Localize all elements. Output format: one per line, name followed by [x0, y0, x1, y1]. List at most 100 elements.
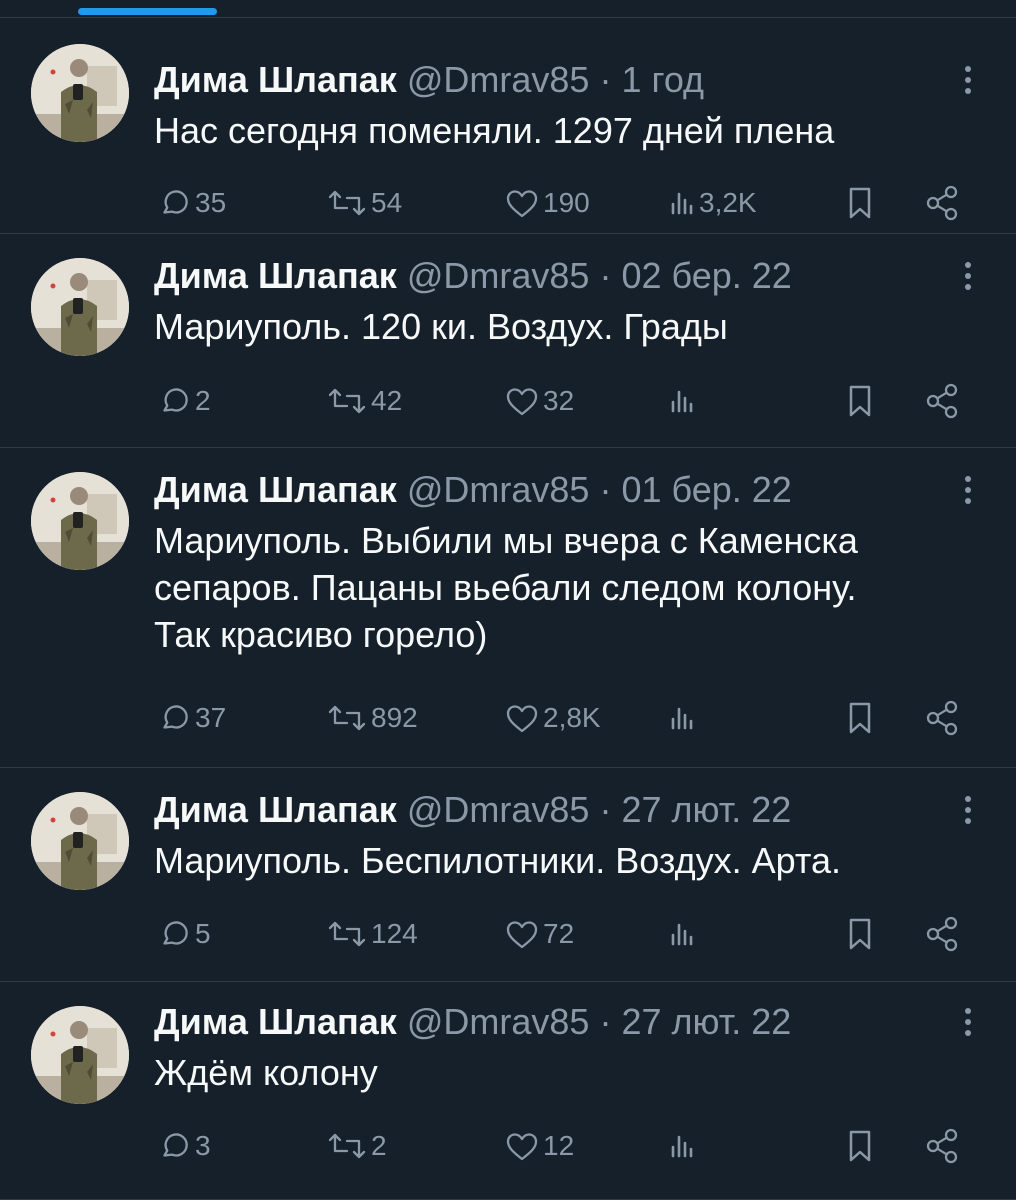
retweet-button[interactable]: 2: [327, 1126, 387, 1166]
share-button[interactable]: [924, 914, 960, 954]
tweet-text-line: сепаров. Пацаны вьебали следом колону.: [154, 567, 857, 608]
like-button[interactable]: 12: [505, 1126, 574, 1166]
tweet-header: Дима Шлапак @Dmrav85 · 27 лют. 22: [154, 790, 791, 830]
author-name[interactable]: Дима Шлапак: [154, 789, 397, 830]
reply-button[interactable]: 3: [159, 1126, 211, 1166]
more-icon[interactable]: [956, 470, 980, 510]
tweet-header: Дима Шлапак @Dmrav85 · 01 бер. 22: [154, 470, 792, 510]
reply-icon: [159, 702, 191, 734]
author-name[interactable]: Дима Шлапак: [154, 469, 397, 510]
share-button[interactable]: [924, 381, 960, 421]
bookmark-icon: [844, 700, 876, 736]
bookmark-button[interactable]: [844, 698, 876, 738]
tweet-text-line: Мариуполь. Беспилотники. Воздух. Арта.: [154, 840, 841, 881]
retweets-count: 54: [371, 187, 403, 218]
views-button[interactable]: [669, 698, 699, 738]
author-handle[interactable]: @Dmrav85: [407, 789, 590, 830]
like-button[interactable]: 32: [505, 381, 574, 421]
tweet-timestamp[interactable]: 27 лют. 22: [621, 789, 791, 830]
tweet-text-line: Мариуполь. 120 ки. Воздух. Грады: [154, 306, 728, 347]
author-handle[interactable]: @Dmrav85: [407, 255, 590, 296]
tweet-header: Дима Шлапак @Dmrav85 · 27 лют. 22: [154, 1002, 791, 1042]
share-button[interactable]: [924, 183, 960, 223]
tweet[interactable]: Дима Шлапак @Dmrav85 · 27 лют. 22 Мариупо…: [0, 768, 1016, 982]
bookmark-button[interactable]: [844, 1126, 876, 1166]
share-button[interactable]: [924, 698, 960, 738]
views-icon: [669, 917, 695, 951]
tweet[interactable]: Дима Шлапак @Dmrav85 · 27 лют. 22 Ждём ко…: [0, 982, 1016, 1200]
share-button[interactable]: [924, 1126, 960, 1166]
like-button[interactable]: 190: [505, 183, 590, 223]
likes-count: 12: [543, 1130, 575, 1161]
likes-count: 32: [543, 385, 575, 416]
reply-button[interactable]: 2: [159, 381, 211, 421]
author-handle[interactable]: @Dmrav85: [407, 469, 590, 510]
author-name[interactable]: Дима Шлапак: [154, 255, 397, 296]
tweet[interactable]: Дима Шлапак @Dmrav85 · 02 бер. 22 Мариупо…: [0, 234, 1016, 448]
avatar[interactable]: [31, 1006, 129, 1104]
reply-button[interactable]: 5: [159, 914, 211, 954]
reply-icon: [159, 187, 191, 219]
retweet-icon: [327, 183, 367, 223]
retweets-count: 124: [371, 918, 418, 949]
author-name[interactable]: Дима Шлапак: [154, 59, 397, 100]
avatar[interactable]: [31, 792, 129, 890]
like-button[interactable]: 2,8K: [505, 698, 601, 738]
tweet-text-line: Мариуполь. Выбили мы вчера с Каменска: [154, 520, 858, 561]
tweet[interactable]: Дима Шлапак @Dmrav85 · 01 бер. 22 Мариупо…: [0, 448, 1016, 768]
like-button[interactable]: 72: [505, 914, 574, 954]
author-handle[interactable]: @Dmrav85: [407, 1001, 590, 1042]
share-icon: [924, 183, 960, 223]
tweet-timestamp[interactable]: 01 бер. 22: [621, 469, 791, 510]
heart-icon: [505, 1129, 539, 1163]
tweet-timestamp[interactable]: 27 лют. 22: [621, 1001, 791, 1042]
tweet[interactable]: Дима Шлапак @Dmrav85 · 1 год Нас сегодня …: [0, 18, 1016, 234]
reply-button[interactable]: 37: [159, 698, 226, 738]
tweet-text: Ждём колону: [154, 1049, 984, 1096]
retweet-button[interactable]: 124: [327, 914, 418, 954]
author-name[interactable]: Дима Шлапак: [154, 1001, 397, 1042]
avatar[interactable]: [31, 472, 129, 570]
views-button[interactable]: [669, 914, 699, 954]
reply-button[interactable]: 35: [159, 183, 226, 223]
tweet-text-line: Так красиво горело): [154, 614, 488, 655]
bookmark-button[interactable]: [844, 381, 876, 421]
more-icon[interactable]: [956, 790, 980, 830]
avatar[interactable]: [31, 44, 129, 142]
replies-count: 2: [195, 385, 211, 416]
tweet-actions: 2 42 32: [0, 381, 1016, 421]
likes-count: 2,8K: [543, 702, 601, 733]
bookmark-button[interactable]: [844, 914, 876, 954]
views-button[interactable]: [669, 381, 699, 421]
reply-icon: [159, 1130, 191, 1162]
views-button[interactable]: 3,2K: [669, 183, 757, 223]
tweet-timestamp[interactable]: 1 год: [621, 59, 704, 100]
tweet-timestamp[interactable]: 02 бер. 22: [621, 255, 791, 296]
views-icon: [669, 701, 695, 735]
retweet-button[interactable]: 892: [327, 698, 418, 738]
share-icon: [924, 381, 960, 421]
retweet-icon: [327, 914, 367, 954]
more-icon[interactable]: [956, 256, 980, 296]
share-icon: [924, 698, 960, 738]
views-count: 3,2K: [699, 187, 757, 218]
likes-count: 190: [543, 187, 590, 218]
tweet-text: Мариуполь. Беспилотники. Воздух. Арта.: [154, 837, 984, 884]
bookmark-button[interactable]: [844, 183, 876, 223]
retweet-button[interactable]: 54: [327, 183, 402, 223]
more-icon[interactable]: [956, 1002, 980, 1042]
retweet-button[interactable]: 42: [327, 381, 402, 421]
replies-count: 3: [195, 1130, 211, 1161]
replies-count: 5: [195, 918, 211, 949]
share-icon: [924, 914, 960, 954]
more-icon[interactable]: [956, 60, 980, 100]
views-button[interactable]: [669, 1126, 699, 1166]
heart-icon: [505, 384, 539, 418]
separator-dot: ·: [599, 1001, 612, 1042]
separator-dot: ·: [599, 789, 612, 830]
avatar[interactable]: [31, 258, 129, 356]
tweet-text: Мариуполь. 120 ки. Воздух. Грады: [154, 303, 984, 350]
views-icon: [669, 1129, 695, 1163]
retweet-icon: [327, 1126, 367, 1166]
author-handle[interactable]: @Dmrav85: [407, 59, 590, 100]
